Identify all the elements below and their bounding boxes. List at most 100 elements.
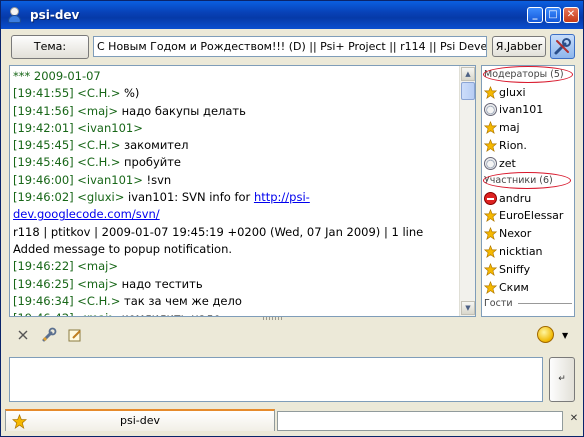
online-status-icon	[484, 280, 497, 294]
user-name: Sniffy	[499, 262, 531, 276]
guests-label: Гости	[484, 298, 513, 309]
chat-message: [19:46:34] <C.H.> так за чем же дело	[13, 293, 459, 310]
clear-icon[interactable]	[15, 327, 31, 343]
message-text: пробуйте	[120, 155, 181, 170]
online-status-icon	[484, 85, 497, 99]
chevron-down-icon[interactable]: ▼	[562, 331, 568, 340]
tab-strip-empty	[277, 411, 563, 431]
topic-field[interactable]: С Новым Годом и Рождеством!!! (D) || Psi…	[93, 36, 487, 57]
smiley-icon[interactable]	[537, 326, 554, 343]
message-text: так за чем же дело	[120, 293, 242, 308]
chat-message: [19:45:46] <C.H.> пробуйте	[13, 154, 459, 171]
account-button[interactable]: Я.Jabber	[492, 36, 546, 57]
message-input[interactable]	[9, 357, 543, 402]
scroll-thumb[interactable]	[461, 82, 475, 100]
chat-message: Added message to popup notification.	[13, 241, 459, 258]
user-item[interactable]: Nexor	[484, 225, 531, 243]
scroll-up-arrow[interactable]: ▲	[461, 67, 475, 81]
message-timestamp: [19:41:55]	[13, 86, 74, 101]
away-status-icon	[484, 103, 497, 117]
user-item[interactable]: gluxi	[484, 83, 526, 101]
online-status-icon	[484, 121, 497, 135]
chat-scrollbar[interactable]: ▲ ▼	[459, 66, 475, 316]
chat-message: [19:46:42] <maj> комлилить надо	[13, 310, 459, 316]
close-tab-icon[interactable]: ✕	[567, 412, 581, 426]
user-item[interactable]: ivan101	[484, 101, 543, 119]
chat-window: psi-dev _ □ ✕ Тема: С Новым Годом и Рожд…	[0, 0, 584, 437]
message-nick: <gluxi>	[73, 190, 125, 205]
scroll-down-arrow[interactable]: ▼	[461, 301, 475, 315]
user-item[interactable]: EuroElessar	[484, 207, 563, 225]
user-list[interactable]: Модераторы (5) Участники (6) Гости gluxi…	[481, 65, 575, 317]
user-item[interactable]: zet	[484, 154, 516, 172]
user-name: gluxi	[499, 85, 526, 99]
message-text: комлилить надо	[118, 311, 221, 316]
message-timestamp: *** 2009-01-07	[13, 69, 101, 83]
highlight-oval	[483, 66, 573, 83]
chat-message: [19:41:56] <maj> надо бакупы делать	[13, 103, 459, 120]
tab-label: psi-dev	[120, 414, 160, 427]
configure-room-button[interactable]	[550, 34, 575, 59]
user-item[interactable]: Rion.	[484, 136, 527, 154]
chat-message: [19:45:45] <C.H.> закомител	[13, 137, 459, 154]
maximize-button[interactable]: □	[545, 7, 561, 23]
message-text: закомител	[120, 138, 189, 153]
message-timestamp: [19:42:01]	[13, 120, 74, 135]
message-timestamp: [19:41:56]	[13, 103, 74, 118]
user-item[interactable]: andru	[484, 189, 531, 207]
wrench-icon[interactable]	[41, 327, 57, 343]
message-timestamp: [19:46:34]	[13, 293, 74, 308]
online-status-icon	[484, 227, 497, 241]
message-nick: <maj>	[74, 311, 118, 316]
message-text: !svn	[142, 172, 172, 187]
highlight-oval	[483, 172, 571, 189]
chat-message: [19:41:55] <C.H.> %)	[13, 85, 459, 102]
minimize-button[interactable]: _	[527, 7, 543, 23]
chat-message: [19:46:25] <maj> надо тестить	[13, 276, 459, 293]
user-name: Nexor	[499, 227, 532, 241]
tab-psi-dev[interactable]: psi-dev	[5, 409, 275, 431]
message-nick: <maj>	[73, 276, 118, 291]
message-timestamp: [19:46:42]	[13, 311, 74, 316]
message-text: надо бакупы делать	[118, 103, 246, 118]
online-status-icon	[484, 262, 497, 276]
online-status-icon	[484, 244, 497, 258]
message-text: Added message to popup notification.	[13, 241, 233, 256]
splitter-handle[interactable]	[263, 317, 283, 320]
chat-message: [19:46:00] <ivan101> !svn	[13, 172, 459, 189]
close-button[interactable]: ✕	[563, 7, 579, 23]
topic-button[interactable]: Тема:	[11, 35, 89, 59]
message-text: r118 | ptitkov | 2009-01-07 19:45:19 +02…	[13, 224, 424, 239]
user-item[interactable]: nicktian	[484, 242, 543, 260]
user-item[interactable]: maj	[484, 119, 520, 137]
message-timestamp: [19:46:22]	[13, 259, 74, 274]
guests-header[interactable]: Гости	[484, 298, 572, 309]
user-item[interactable]: Sniffy	[484, 260, 530, 278]
send-button[interactable]: ↵	[549, 357, 575, 402]
message-link[interactable]: http://psi-	[254, 190, 310, 204]
window-title: psi-dev	[30, 8, 80, 22]
message-timestamp: [19:46:25]	[13, 276, 74, 291]
user-name: nicktian	[499, 244, 543, 258]
message-link[interactable]: dev.googlecode.com/svn/	[13, 207, 160, 221]
message-timestamp: [19:45:45]	[13, 138, 74, 153]
user-item[interactable]: Ским	[484, 278, 529, 296]
message-text: надо тестить	[118, 276, 203, 291]
chat-message: [19:46:22] <maj>	[13, 258, 459, 275]
dnd-status-icon	[484, 191, 497, 205]
message-nick: <ivan101>	[73, 172, 143, 187]
user-name: zet	[499, 156, 516, 170]
message-timestamp: [19:45:46]	[13, 155, 74, 170]
title-bar[interactable]: psi-dev _ □ ✕	[1, 1, 583, 29]
message-nick: <C.H.>	[73, 86, 121, 101]
edit-icon[interactable]	[67, 327, 83, 343]
chat-log[interactable]: *** 2009-01-07 [19:41:55] <C.H.> %) [19:41…	[9, 65, 476, 317]
psi-user-icon	[6, 6, 24, 24]
user-name: maj	[499, 121, 520, 135]
online-status-icon	[484, 138, 497, 152]
chat-message: r118 | ptitkov | 2009-01-07 19:45:19 +02…	[13, 224, 459, 241]
user-name: ivan101	[499, 103, 544, 117]
user-name: EuroElessar	[499, 209, 564, 223]
message-text: %)	[120, 86, 140, 101]
message-nick: <C.H.>	[73, 138, 121, 153]
